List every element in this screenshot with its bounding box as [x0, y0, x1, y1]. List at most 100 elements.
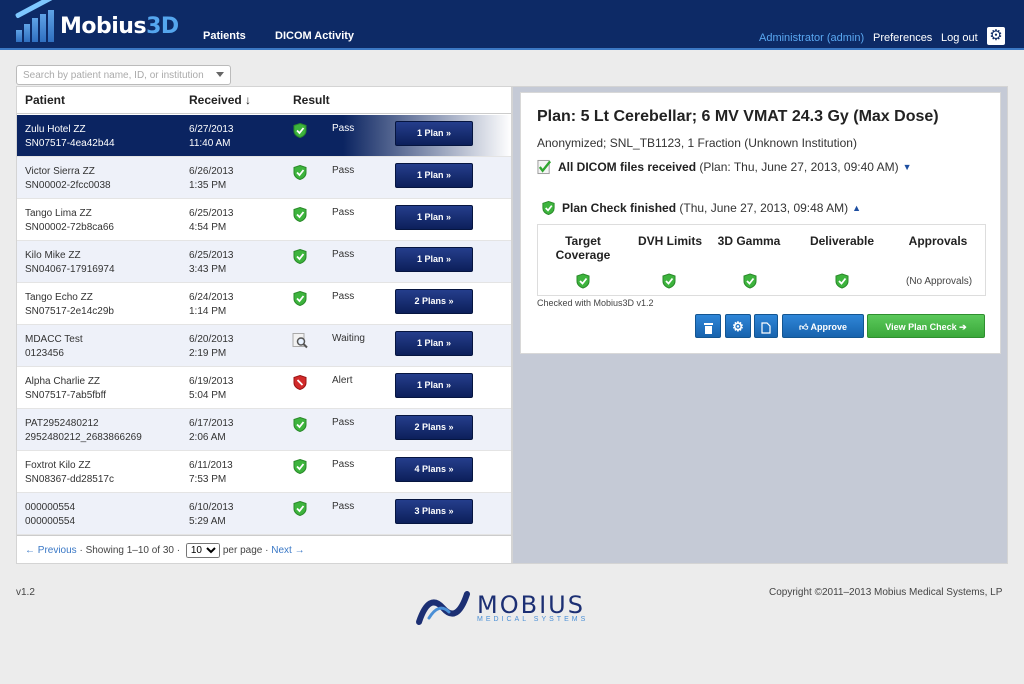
plan-title: Plan: 5 Lt Cerebellar; 6 MV VMAT 24.3 Gy…: [537, 108, 939, 125]
result-status: Pass: [332, 165, 355, 176]
check-results-table: Target Coverage DVH Limits 3D Gamma Deli…: [537, 224, 986, 296]
document-button[interactable]: [754, 314, 778, 338]
pass-shield-icon[interactable]: [742, 273, 758, 289]
mobius-medical-logo: MOBIUS MEDICAL SYSTEMS: [415, 588, 588, 628]
plans-button[interactable]: 1 Plan »: [395, 205, 473, 230]
pagination: ← Previous · Showing 1–10 of 30 · 10 per…: [17, 535, 511, 563]
table-row[interactable]: Zulu Hotel ZZ SN07517-4ea42b44 6/27/2013 11…: [17, 115, 511, 157]
plans-button[interactable]: 4 Plans »: [395, 457, 473, 482]
copyright: Copyright ©2011–2013 Mobius Medical Syst…: [769, 587, 1003, 598]
plans-button[interactable]: 1 Plan »: [395, 163, 473, 188]
patient-name-id: Alpha Charlie ZZ SN07517-7ab5fbff: [25, 376, 106, 401]
expand-toggle-icon[interactable]: ▼: [903, 162, 912, 172]
patient-name-id: Kilo Mike ZZ SN04067-17916974: [25, 250, 115, 275]
plans-button[interactable]: 1 Plan »: [395, 247, 473, 272]
column-received[interactable]: Received ↓: [189, 93, 251, 107]
table-row[interactable]: MDACC Test 0123456 6/20/2013 2:19 PM Waiting…: [17, 325, 511, 367]
nav-dicom-activity[interactable]: DICOM Activity: [275, 30, 354, 42]
result-status: Pass: [332, 291, 355, 302]
arrow-circle-right-icon: ➔: [959, 322, 967, 332]
pass-shield-icon: [293, 122, 307, 139]
previous-page-link[interactable]: ← Previous: [25, 545, 77, 556]
pass-shield-icon[interactable]: [834, 273, 850, 289]
collapse-toggle-icon[interactable]: ▲: [852, 203, 861, 213]
per-page-label: per page ·: [222, 545, 269, 556]
mobius3d-logo[interactable]: Mobius3D: [14, 0, 179, 43]
table-row[interactable]: Victor Sierra ZZ SN00002-2fcc0038 6/26/201…: [17, 157, 511, 199]
pass-shield-icon[interactable]: [575, 273, 591, 289]
per-page-select[interactable]: 10: [185, 543, 220, 558]
patient-name-id: Victor Sierra ZZ SN00002-2fcc0038: [25, 166, 111, 191]
trash-icon: [703, 322, 713, 334]
result-status: Pass: [332, 459, 355, 470]
preferences-link[interactable]: Preferences: [873, 32, 932, 44]
result-header-target-coverage: Target Coverage: [555, 234, 611, 262]
document-check-icon: [537, 159, 552, 175]
column-patient[interactable]: Patient: [25, 93, 65, 107]
received-datetime: 6/24/2013 1:14 PM: [189, 292, 234, 317]
plan-subtitle: Anonymized; SNL_TB1123, 1 Fraction (Unkn…: [537, 136, 857, 150]
current-user-link[interactable]: Administrator (admin): [759, 32, 864, 44]
received-datetime: 6/11/2013 7:53 PM: [189, 460, 233, 485]
result-header-3d-gamma: 3D Gamma: [717, 234, 781, 248]
patient-search[interactable]: [16, 65, 231, 85]
list-header: Patient Received ↓ Result: [17, 87, 511, 114]
pass-shield-icon: [542, 200, 555, 216]
table-row[interactable]: 000000554 000000554 6/10/2013 5:29 AM Pass 3 …: [17, 493, 511, 535]
plan-summary-card: Plan: 5 Lt Cerebellar; 6 MV VMAT 24.3 Gy…: [520, 92, 1001, 354]
table-row[interactable]: Alpha Charlie ZZ SN07517-7ab5fbff 6/19/201…: [17, 367, 511, 409]
table-row[interactable]: Foxtrot Kilo ZZ SN08367-dd28517c 6/11/2013…: [17, 451, 511, 493]
table-row[interactable]: PAT2952480212 2952480212_2683866269 6/17/2…: [17, 409, 511, 451]
plans-button[interactable]: 2 Plans »: [395, 415, 473, 440]
received-datetime: 6/10/2013 5:29 AM: [189, 502, 234, 527]
column-result[interactable]: Result: [293, 93, 330, 107]
search-input[interactable]: [17, 66, 207, 84]
pass-shield-icon: [293, 458, 307, 475]
chevron-down-icon[interactable]: [216, 72, 224, 77]
received-datetime: 6/27/2013 11:40 AM: [189, 124, 234, 149]
patient-name-id: Foxtrot Kilo ZZ SN08367-dd28517c: [25, 460, 114, 485]
plan-check-status[interactable]: Plan Check finished (Thu, June 27, 2013,…: [541, 200, 861, 216]
table-row[interactable]: Kilo Mike ZZ SN04067-17916974 6/25/2013 3:4…: [17, 241, 511, 283]
plans-button[interactable]: 2 Plans »: [395, 289, 473, 314]
received-datetime: 6/25/2013 3:43 PM: [189, 250, 234, 275]
top-navbar: Mobius3D Patients DICOM Activity Adminis…: [0, 0, 1024, 50]
logo-bars-icon: [14, 0, 57, 42]
patient-name-id: Tango Lima ZZ SN00002-72b8ca66: [25, 208, 114, 233]
logout-link[interactable]: Log out: [941, 32, 978, 44]
received-datetime: 6/17/2013 2:06 AM: [189, 418, 234, 443]
received-datetime: 6/26/2013 1:35 PM: [189, 166, 234, 191]
patient-name-id: 000000554 000000554: [25, 502, 76, 527]
table-row[interactable]: Tango Lima ZZ SN00002-72b8ca66 6/25/2013 4:…: [17, 199, 511, 241]
app-version: v1.2: [16, 587, 35, 598]
received-datetime: 6/25/2013 4:54 PM: [189, 208, 234, 233]
dicom-status[interactable]: All DICOM files received (Plan: Thu, Jun…: [537, 159, 912, 175]
pass-shield-icon: [293, 290, 307, 307]
pass-shield-icon[interactable]: [661, 273, 677, 289]
plans-button[interactable]: 3 Plans »: [395, 499, 473, 524]
pass-shield-icon: [293, 248, 307, 265]
patient-name-id: Zulu Hotel ZZ SN07517-4ea42b44: [25, 124, 115, 149]
checked-with-version: Checked with Mobius3D v1.2: [537, 298, 654, 308]
mobius-loop-icon: [416, 591, 470, 625]
delete-button[interactable]: [695, 314, 721, 338]
gear-icon[interactable]: ⚙: [987, 27, 1005, 45]
approve-button[interactable]: 👍︎ Approve: [782, 314, 864, 338]
result-status: Pass: [332, 123, 355, 134]
view-plan-check-button[interactable]: View Plan Check ➔: [867, 314, 985, 338]
plans-button[interactable]: 1 Plan »: [395, 373, 473, 398]
next-page-link[interactable]: Next →: [271, 545, 304, 556]
patient-name-id: PAT2952480212 2952480212_2683866269: [25, 418, 142, 443]
plans-button[interactable]: 1 Plan »: [395, 121, 473, 146]
logo-text: Mobius3D: [60, 13, 179, 39]
nav-patients[interactable]: Patients: [203, 30, 246, 42]
plans-button[interactable]: 1 Plan »: [395, 331, 473, 356]
result-status: Pass: [332, 207, 355, 218]
pass-shield-icon: [293, 164, 307, 181]
pass-shield-icon: [293, 416, 307, 433]
settings-button[interactable]: ⚙: [725, 314, 751, 338]
patient-name-id: MDACC Test 0123456: [25, 334, 83, 359]
gear-icon: ⚙: [732, 319, 744, 334]
table-row[interactable]: Tango Echo ZZ SN07517-2e14c29b 6/24/2013 1:…: [17, 283, 511, 325]
result-header-deliverable: Deliverable: [809, 234, 875, 248]
